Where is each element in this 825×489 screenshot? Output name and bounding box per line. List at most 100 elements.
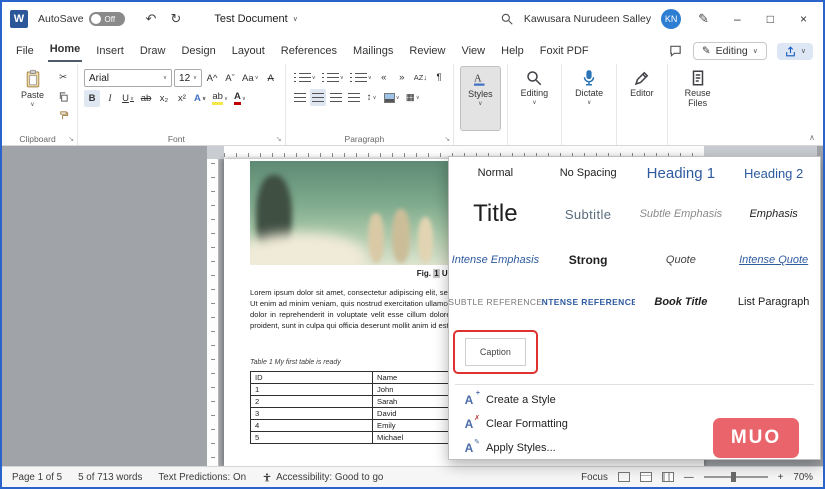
maximize-button[interactable]: □ [759, 12, 782, 26]
word-logo-icon[interactable]: W [10, 10, 28, 28]
create-style-button[interactable]: A + Create a Style [449, 388, 820, 412]
text-effects-button[interactable]: A ∨ [192, 90, 208, 107]
bold-button[interactable]: B [84, 90, 101, 107]
font-color-button[interactable]: A ∨ [232, 90, 248, 107]
share-button[interactable]: ∨ [776, 42, 813, 60]
focus-mode-button[interactable]: Focus [581, 472, 608, 483]
tab-insert[interactable]: Insert [94, 41, 126, 62]
style-option-normal[interactable]: Normal [449, 157, 542, 189]
styles-button[interactable]: A Styles ∨ [460, 66, 501, 131]
paragraph-dialog-launcher[interactable]: ↘ [444, 135, 450, 143]
redo-button[interactable]: ↻ [170, 11, 181, 27]
style-option-title[interactable]: Title [449, 189, 542, 239]
shading-button[interactable]: ∨ [382, 89, 402, 106]
multilevel-list-button[interactable]: ∨ [348, 69, 374, 86]
editing-button[interactable]: Editing ∨ [514, 66, 556, 131]
style-option-book-title[interactable]: Book Title [635, 281, 728, 323]
clipboard-dialog-launcher[interactable]: ↘ [68, 135, 74, 143]
bullets-button[interactable]: ∨ [292, 69, 318, 86]
zoom-level[interactable]: 70% [793, 472, 813, 483]
font-name-combobox[interactable]: Arial ∨ [84, 69, 173, 87]
highlight-button[interactable]: ab ∨ [210, 90, 230, 107]
tab-mailings[interactable]: Mailings [351, 41, 395, 62]
dictate-button[interactable]: Dictate ∨ [568, 66, 610, 131]
collapse-ribbon-button[interactable]: ∧ [809, 133, 815, 142]
subscript-button[interactable]: x₂ [156, 90, 172, 107]
copy-button[interactable] [55, 88, 71, 105]
style-option-subtitle[interactable]: Subtitle [542, 189, 635, 239]
style-option-emphasis[interactable]: Emphasis [727, 189, 820, 239]
minimize-button[interactable]: – [726, 12, 749, 26]
format-painter-button[interactable] [55, 107, 71, 124]
zoom-out-button[interactable]: — [684, 472, 694, 483]
grow-font-button[interactable]: A^ [204, 70, 220, 87]
accessibility-status[interactable]: Accessibility: Good to go [262, 472, 383, 483]
align-right-button[interactable] [328, 89, 344, 106]
style-option-no-spacing[interactable]: No Spacing [542, 157, 635, 189]
font-size-combobox[interactable]: 12 ∨ [174, 69, 203, 87]
tab-home[interactable]: Home [47, 39, 83, 62]
style-option-list-paragraph[interactable]: List Paragraph [727, 281, 820, 323]
style-option-quote[interactable]: Quote [635, 239, 728, 281]
undo-button[interactable]: ↶ [146, 11, 157, 27]
close-button[interactable]: × [792, 12, 815, 26]
superscript-button[interactable]: x² [174, 90, 190, 107]
sort-button[interactable]: AZ↓ [412, 69, 429, 86]
zoom-slider-thumb[interactable] [730, 472, 736, 482]
search-icon[interactable] [500, 12, 514, 26]
avatar[interactable]: KN [661, 9, 682, 29]
italic-button[interactable]: I [102, 90, 118, 107]
borders-button[interactable]: ▦ ∨ [404, 89, 422, 106]
tab-foxit-pdf[interactable]: Foxit PDF [538, 41, 591, 62]
show-hide-marks-button[interactable]: ¶ [431, 69, 447, 86]
web-layout-icon[interactable] [661, 472, 674, 482]
clear-formatting-button[interactable]: A [263, 70, 279, 87]
page-indicator[interactable]: Page 1 of 5 [12, 472, 62, 483]
zoom-slider[interactable] [703, 472, 768, 482]
text-predictions-toggle[interactable]: Text Predictions: On [158, 472, 246, 483]
vertical-ruler[interactable] [207, 159, 219, 466]
word-count[interactable]: 5 of 713 words [78, 472, 142, 483]
document-title[interactable]: Test Document ∨ [214, 13, 298, 25]
paste-button[interactable]: Paste ∨ [14, 66, 51, 131]
style-option-heading-1[interactable]: Heading 1 [635, 157, 728, 189]
style-option-intense-quote[interactable]: Intense Quote [727, 239, 820, 281]
user-name[interactable]: Kawusara Nurudeen Salley [524, 13, 651, 25]
tab-draw[interactable]: Draw [138, 41, 168, 62]
tab-view[interactable]: View [459, 41, 487, 62]
tab-file[interactable]: File [14, 41, 36, 62]
tab-help[interactable]: Help [499, 41, 526, 62]
font-dialog-launcher[interactable]: ↘ [276, 135, 282, 143]
tab-design[interactable]: Design [179, 41, 217, 62]
autosave-toggle[interactable]: Off [88, 12, 125, 26]
style-option-strong[interactable]: Strong [542, 239, 635, 281]
ink-pen-icon[interactable]: ✎ [698, 11, 709, 27]
style-option-intense-emphasis[interactable]: Intense Emphasis [449, 239, 542, 281]
tab-review[interactable]: Review [407, 41, 447, 62]
line-spacing-button[interactable]: ↕ ∨ [364, 89, 380, 106]
cut-button[interactable]: ✂ [55, 69, 71, 86]
increase-indent-button[interactable]: » [394, 69, 410, 86]
comments-icon[interactable] [668, 44, 683, 58]
zoom-in-button[interactable]: + [778, 472, 784, 483]
tab-layout[interactable]: Layout [230, 41, 267, 62]
underline-button[interactable]: U ∨ [120, 90, 136, 107]
reuse-files-button[interactable]: Reuse Files [674, 66, 722, 131]
style-option-intense-reference[interactable]: Intense Reference [542, 281, 635, 323]
align-center-button[interactable] [309, 89, 326, 106]
read-mode-icon[interactable] [617, 472, 630, 482]
style-option-heading-2[interactable]: Heading 2 [727, 157, 820, 189]
print-layout-icon[interactable] [639, 472, 652, 482]
style-option-caption[interactable]: Caption [464, 338, 526, 366]
editor-button[interactable]: Editor [623, 66, 661, 131]
editing-mode-dropdown[interactable]: ✎ Editing ∨ [692, 42, 767, 60]
tab-references[interactable]: References [279, 41, 339, 62]
style-option-subtle-emphasis[interactable]: Subtle Emphasis [635, 189, 728, 239]
justify-button[interactable] [346, 89, 362, 106]
shrink-font-button[interactable]: Aˇ [222, 70, 238, 87]
style-option-subtle-reference[interactable]: Subtle Reference [449, 281, 542, 323]
change-case-button[interactable]: Aa ∨ [240, 70, 261, 87]
numbering-button[interactable]: ∨ [320, 69, 346, 86]
align-left-button[interactable] [292, 89, 308, 106]
strikethrough-button[interactable]: ab [138, 90, 154, 107]
